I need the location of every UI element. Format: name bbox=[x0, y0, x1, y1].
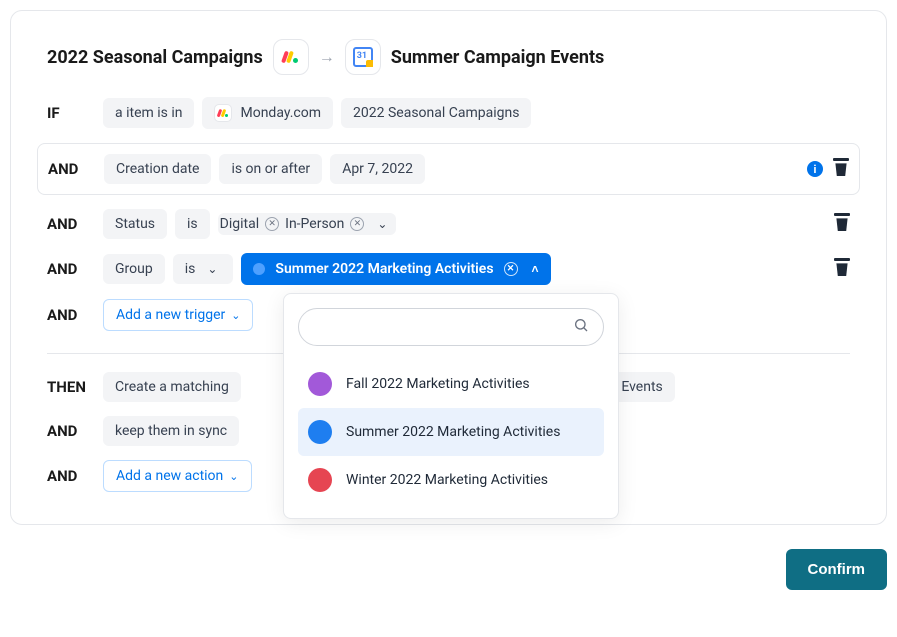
chevron-down-icon[interactable]: ⌄ bbox=[370, 217, 394, 231]
filter-row-status: AND Status is Digital ✕ In-Person ✕ ⌄ bbox=[47, 209, 850, 239]
option-label: Winter 2022 Marketing Activities bbox=[346, 472, 548, 488]
source-title: 2022 Seasonal Campaigns bbox=[47, 47, 263, 68]
color-swatch bbox=[308, 468, 332, 492]
dropdown-search[interactable] bbox=[298, 308, 604, 346]
app-chip[interactable]: Monday.com bbox=[202, 97, 333, 129]
delete-icon[interactable] bbox=[834, 260, 850, 278]
flow-card: 2022 Seasonal Campaigns → Summer Campaig… bbox=[10, 10, 887, 525]
sync-chip[interactable]: keep them in sync bbox=[103, 416, 239, 446]
chevron-up-icon: ˄ bbox=[532, 262, 539, 276]
dest-title: Summer Campaign Events bbox=[391, 47, 605, 68]
tag-label: Digital bbox=[220, 216, 259, 232]
confirm-button[interactable]: Confirm bbox=[786, 549, 888, 590]
monday-icon bbox=[218, 109, 228, 117]
action-chip[interactable]: Create a matching bbox=[103, 372, 241, 402]
option-label: Fall 2022 Marketing Activities bbox=[346, 376, 530, 392]
if-row: IF a item is in Monday.com 2022 Seasonal… bbox=[47, 97, 850, 129]
search-input[interactable] bbox=[313, 319, 573, 335]
remove-tag-icon[interactable]: ✕ bbox=[350, 217, 364, 231]
board-chip[interactable]: 2022 Seasonal Campaigns bbox=[341, 98, 531, 128]
footer: Confirm bbox=[10, 549, 887, 590]
color-swatch bbox=[308, 420, 332, 444]
and-keyword: AND bbox=[47, 306, 95, 324]
dropdown-option[interactable]: Fall 2022 Marketing Activities bbox=[298, 360, 604, 408]
option-label: Summer 2022 Marketing Activities bbox=[346, 424, 560, 440]
and-keyword: AND bbox=[47, 215, 95, 233]
then-keyword: THEN bbox=[47, 378, 95, 396]
field-chip[interactable]: Creation date bbox=[104, 154, 211, 184]
value-chip[interactable]: Apr 7, 2022 bbox=[330, 154, 425, 184]
and-keyword: AND bbox=[47, 260, 95, 278]
field-chip[interactable]: Group bbox=[103, 254, 165, 284]
filter-row-creation-date: AND Creation date is on or after Apr 7, … bbox=[37, 143, 860, 195]
and-keyword: AND bbox=[48, 160, 96, 178]
clear-selection-icon[interactable]: ✕ bbox=[504, 262, 518, 276]
app-chip-label: Monday.com bbox=[240, 105, 321, 121]
add-trigger-button[interactable]: Add a new trigger ⌄ bbox=[103, 299, 253, 331]
add-action-button[interactable]: Add a new action ⌄ bbox=[103, 460, 252, 492]
and-keyword: AND bbox=[47, 422, 95, 440]
info-icon[interactable]: i bbox=[807, 161, 823, 177]
delete-icon[interactable] bbox=[834, 215, 850, 233]
and-keyword: AND bbox=[47, 467, 95, 485]
tag-label: In-Person bbox=[285, 216, 344, 232]
remove-tag-icon[interactable]: ✕ bbox=[265, 217, 279, 231]
field-chip[interactable]: Status bbox=[103, 209, 167, 239]
flow-header: 2022 Seasonal Campaigns → Summer Campaig… bbox=[47, 39, 850, 75]
operator-chip[interactable]: is bbox=[175, 209, 210, 239]
operator-chip[interactable]: is ⌄ bbox=[173, 254, 234, 284]
color-swatch bbox=[308, 372, 332, 396]
google-calendar-icon bbox=[353, 47, 373, 67]
group-dropdown: Fall 2022 Marketing Activities Summer 20… bbox=[283, 293, 619, 519]
arrow-icon: → bbox=[319, 47, 335, 67]
dropdown-option[interactable]: Winter 2022 Marketing Activities bbox=[298, 456, 604, 504]
chevron-down-icon: ⌄ bbox=[231, 309, 240, 322]
group-select-trigger[interactable]: Summer 2022 Marketing Activities ✕ ˄ bbox=[241, 253, 550, 285]
delete-icon[interactable] bbox=[833, 160, 849, 178]
item-chip[interactable]: a item is in bbox=[103, 98, 194, 128]
monday-icon bbox=[283, 51, 298, 63]
dest-app-icon bbox=[345, 39, 381, 75]
chevron-down-icon: ⌄ bbox=[229, 470, 238, 483]
value-multiselect[interactable]: Digital ✕ In-Person ✕ ⌄ bbox=[218, 213, 397, 235]
group-color-dot bbox=[253, 263, 265, 275]
search-icon bbox=[573, 317, 589, 337]
dropdown-option[interactable]: Summer 2022 Marketing Activities bbox=[298, 408, 604, 456]
source-app-icon bbox=[273, 39, 309, 75]
filter-row-group: AND Group is ⌄ Summer 2022 Marketing Act… bbox=[47, 253, 850, 285]
operator-chip[interactable]: is on or after bbox=[219, 154, 322, 184]
group-selected-label: Summer 2022 Marketing Activities bbox=[275, 261, 493, 277]
if-keyword: IF bbox=[47, 104, 95, 122]
chevron-down-icon: ⌄ bbox=[203, 262, 221, 276]
